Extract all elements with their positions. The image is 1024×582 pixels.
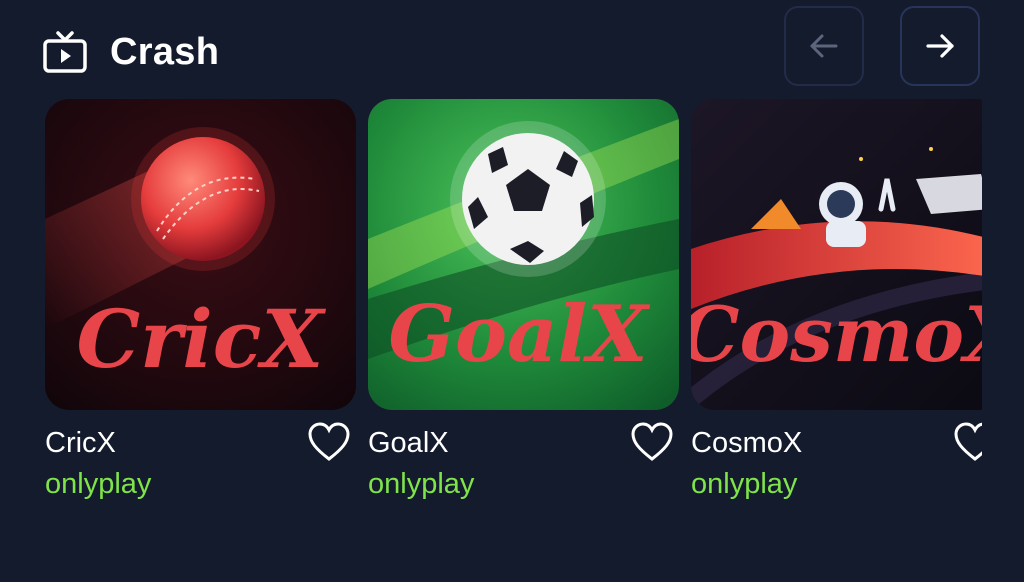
game-name: GoalX	[368, 426, 449, 459]
cosmox-logo-text: CosmoX	[691, 290, 982, 379]
cricx-logo-text: CricX	[77, 292, 327, 386]
section-title: Crash	[110, 30, 220, 73]
game-meta-row: CosmoX	[691, 410, 982, 474]
game-provider: onlyplay	[368, 468, 475, 500]
tv-icon	[43, 31, 87, 73]
cosmox-artwork: CosmoX	[691, 99, 982, 410]
heart-outline-icon[interactable]	[629, 419, 675, 465]
crash-games-section: Crash CricX CricX onlyplay GoalX GoalX o…	[0, 0, 1024, 582]
game-name: CosmoX	[691, 426, 803, 459]
game-provider: onlyplay	[691, 468, 798, 500]
games-carousel[interactable]: CricX CricX onlyplay GoalX GoalX onlypla…	[45, 99, 982, 539]
game-meta-row: CricX	[45, 410, 356, 474]
carousel-track: CricX CricX onlyplay GoalX GoalX onlypla…	[45, 99, 982, 501]
section-header: Crash	[42, 24, 219, 80]
arrow-right-icon	[926, 34, 954, 58]
game-thumbnail-cricx[interactable]: CricX	[45, 99, 356, 410]
carousel-prev-button[interactable]	[784, 6, 864, 86]
game-card-cosmox[interactable]: CosmoX CosmoX onlyplay	[691, 99, 982, 501]
game-provider: onlyplay	[45, 468, 152, 500]
game-card-cricx[interactable]: CricX CricX onlyplay	[45, 99, 356, 501]
carousel-next-button[interactable]	[900, 6, 980, 86]
heart-outline-icon[interactable]	[952, 419, 982, 465]
heart-outline-icon[interactable]	[306, 419, 352, 465]
arrow-left-icon	[810, 34, 838, 58]
game-meta-row: GoalX	[368, 410, 679, 474]
goalx-artwork: GoalX	[368, 99, 679, 410]
game-card-goalx[interactable]: GoalX GoalX onlyplay	[368, 99, 679, 501]
goalx-logo-text: GoalX	[388, 289, 651, 380]
game-thumbnail-goalx[interactable]: GoalX	[368, 99, 679, 410]
game-name: CricX	[45, 426, 116, 459]
game-thumbnail-cosmox[interactable]: CosmoX	[691, 99, 982, 410]
cricx-artwork: CricX	[45, 99, 356, 410]
